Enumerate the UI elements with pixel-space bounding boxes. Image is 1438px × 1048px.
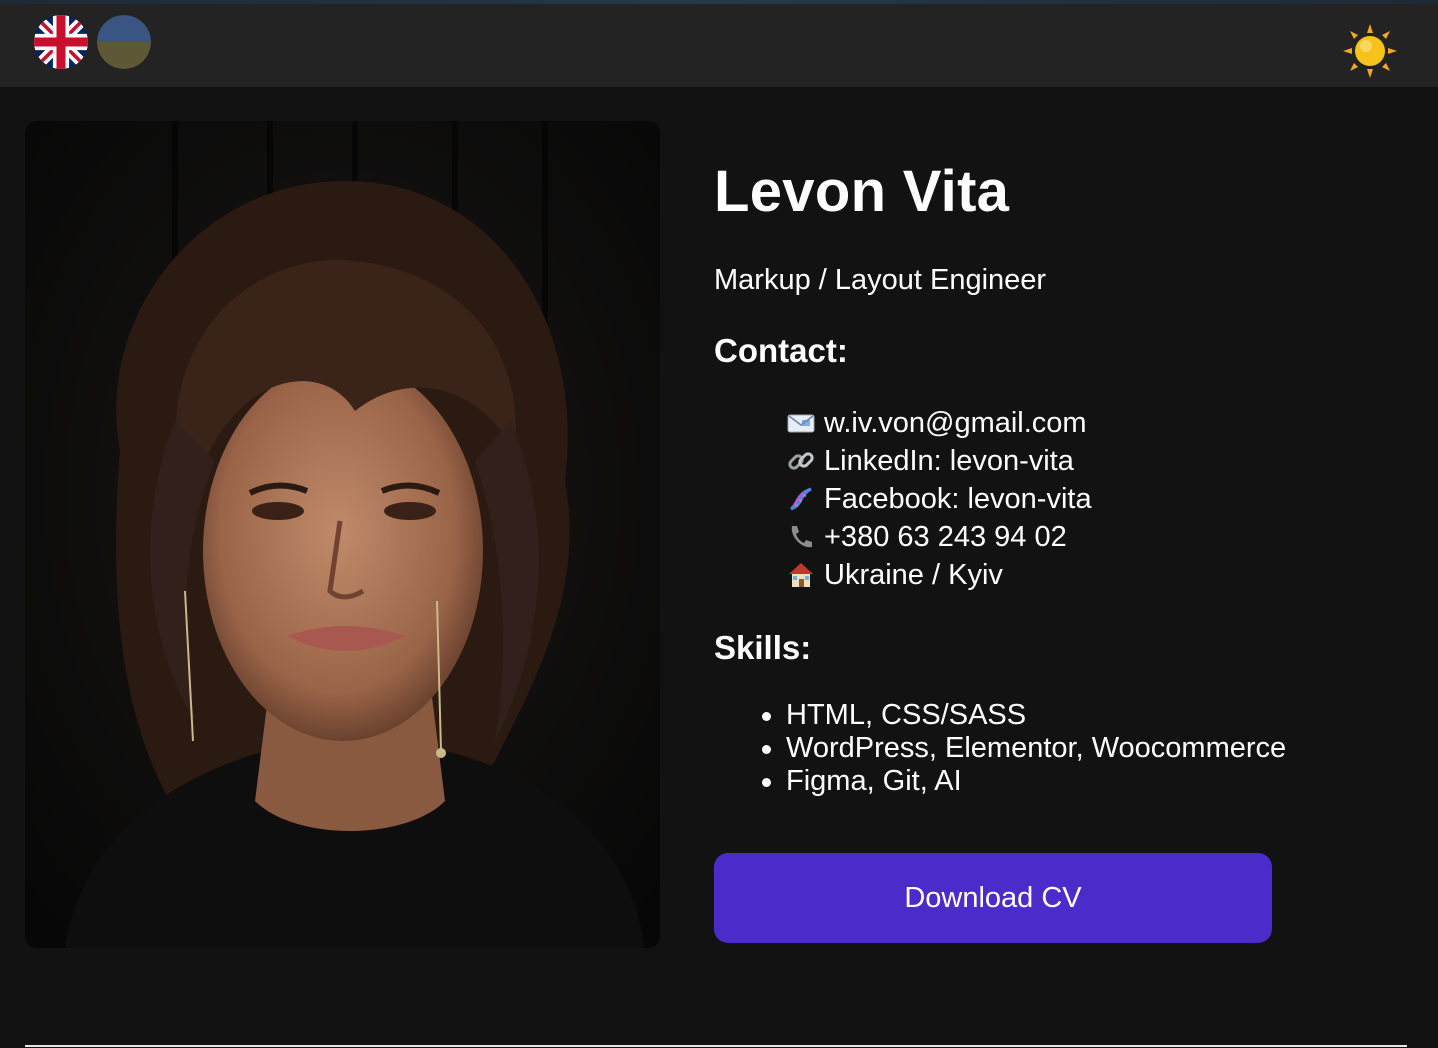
contact-linkedin-text: LinkedIn: levon-vita [824, 444, 1074, 477]
profile-name: Levon Vita [714, 159, 1010, 224]
house-icon [786, 560, 816, 590]
phone-icon [786, 522, 816, 552]
contact-location: Ukraine / Kyiv [786, 556, 1092, 594]
contact-phone[interactable]: +380 63 243 94 02 [786, 518, 1092, 556]
language-english-button[interactable] [34, 15, 88, 69]
contact-facebook-text: Facebook: levon-vita [824, 482, 1092, 515]
sun-icon [1343, 24, 1397, 78]
theme-toggle-button[interactable] [1342, 23, 1398, 79]
footer-divider [25, 1045, 1407, 1047]
download-cv-button[interactable]: Download CV [714, 853, 1272, 943]
contact-linkedin[interactable]: LinkedIn: levon-vita [786, 442, 1092, 480]
contact-email-text: w.iv.von@gmail.com [824, 406, 1087, 439]
skill-item: WordPress, Elementor, Woocommerce [760, 732, 1286, 765]
contact-location-text: Ukraine / Kyiv [824, 558, 1003, 591]
ukraine-flag-icon [97, 15, 151, 69]
link-icon [786, 446, 816, 476]
skills-list: HTML, CSS/SASS WordPress, Elementor, Woo… [760, 699, 1286, 798]
contact-email[interactable]: w.iv.von@gmail.com [786, 404, 1092, 442]
language-ukrainian-button[interactable] [97, 15, 151, 69]
profile-photo [25, 121, 660, 948]
top-bar [0, 4, 1438, 87]
uk-flag-icon [34, 15, 88, 69]
skill-item: HTML, CSS/SASS [760, 699, 1286, 732]
dna-icon [786, 484, 816, 514]
contact-list: w.iv.von@gmail.com LinkedIn: levon-vita [786, 404, 1092, 594]
profile-role: Markup / Layout Engineer [714, 264, 1047, 296]
contact-phone-text: +380 63 243 94 02 [824, 520, 1067, 553]
contact-heading: Contact: [714, 332, 848, 369]
skills-heading: Skills: [714, 629, 812, 666]
envelope-icon [786, 408, 816, 438]
skill-item: Figma, Git, AI [760, 765, 1286, 798]
contact-facebook[interactable]: Facebook: levon-vita [786, 480, 1092, 518]
